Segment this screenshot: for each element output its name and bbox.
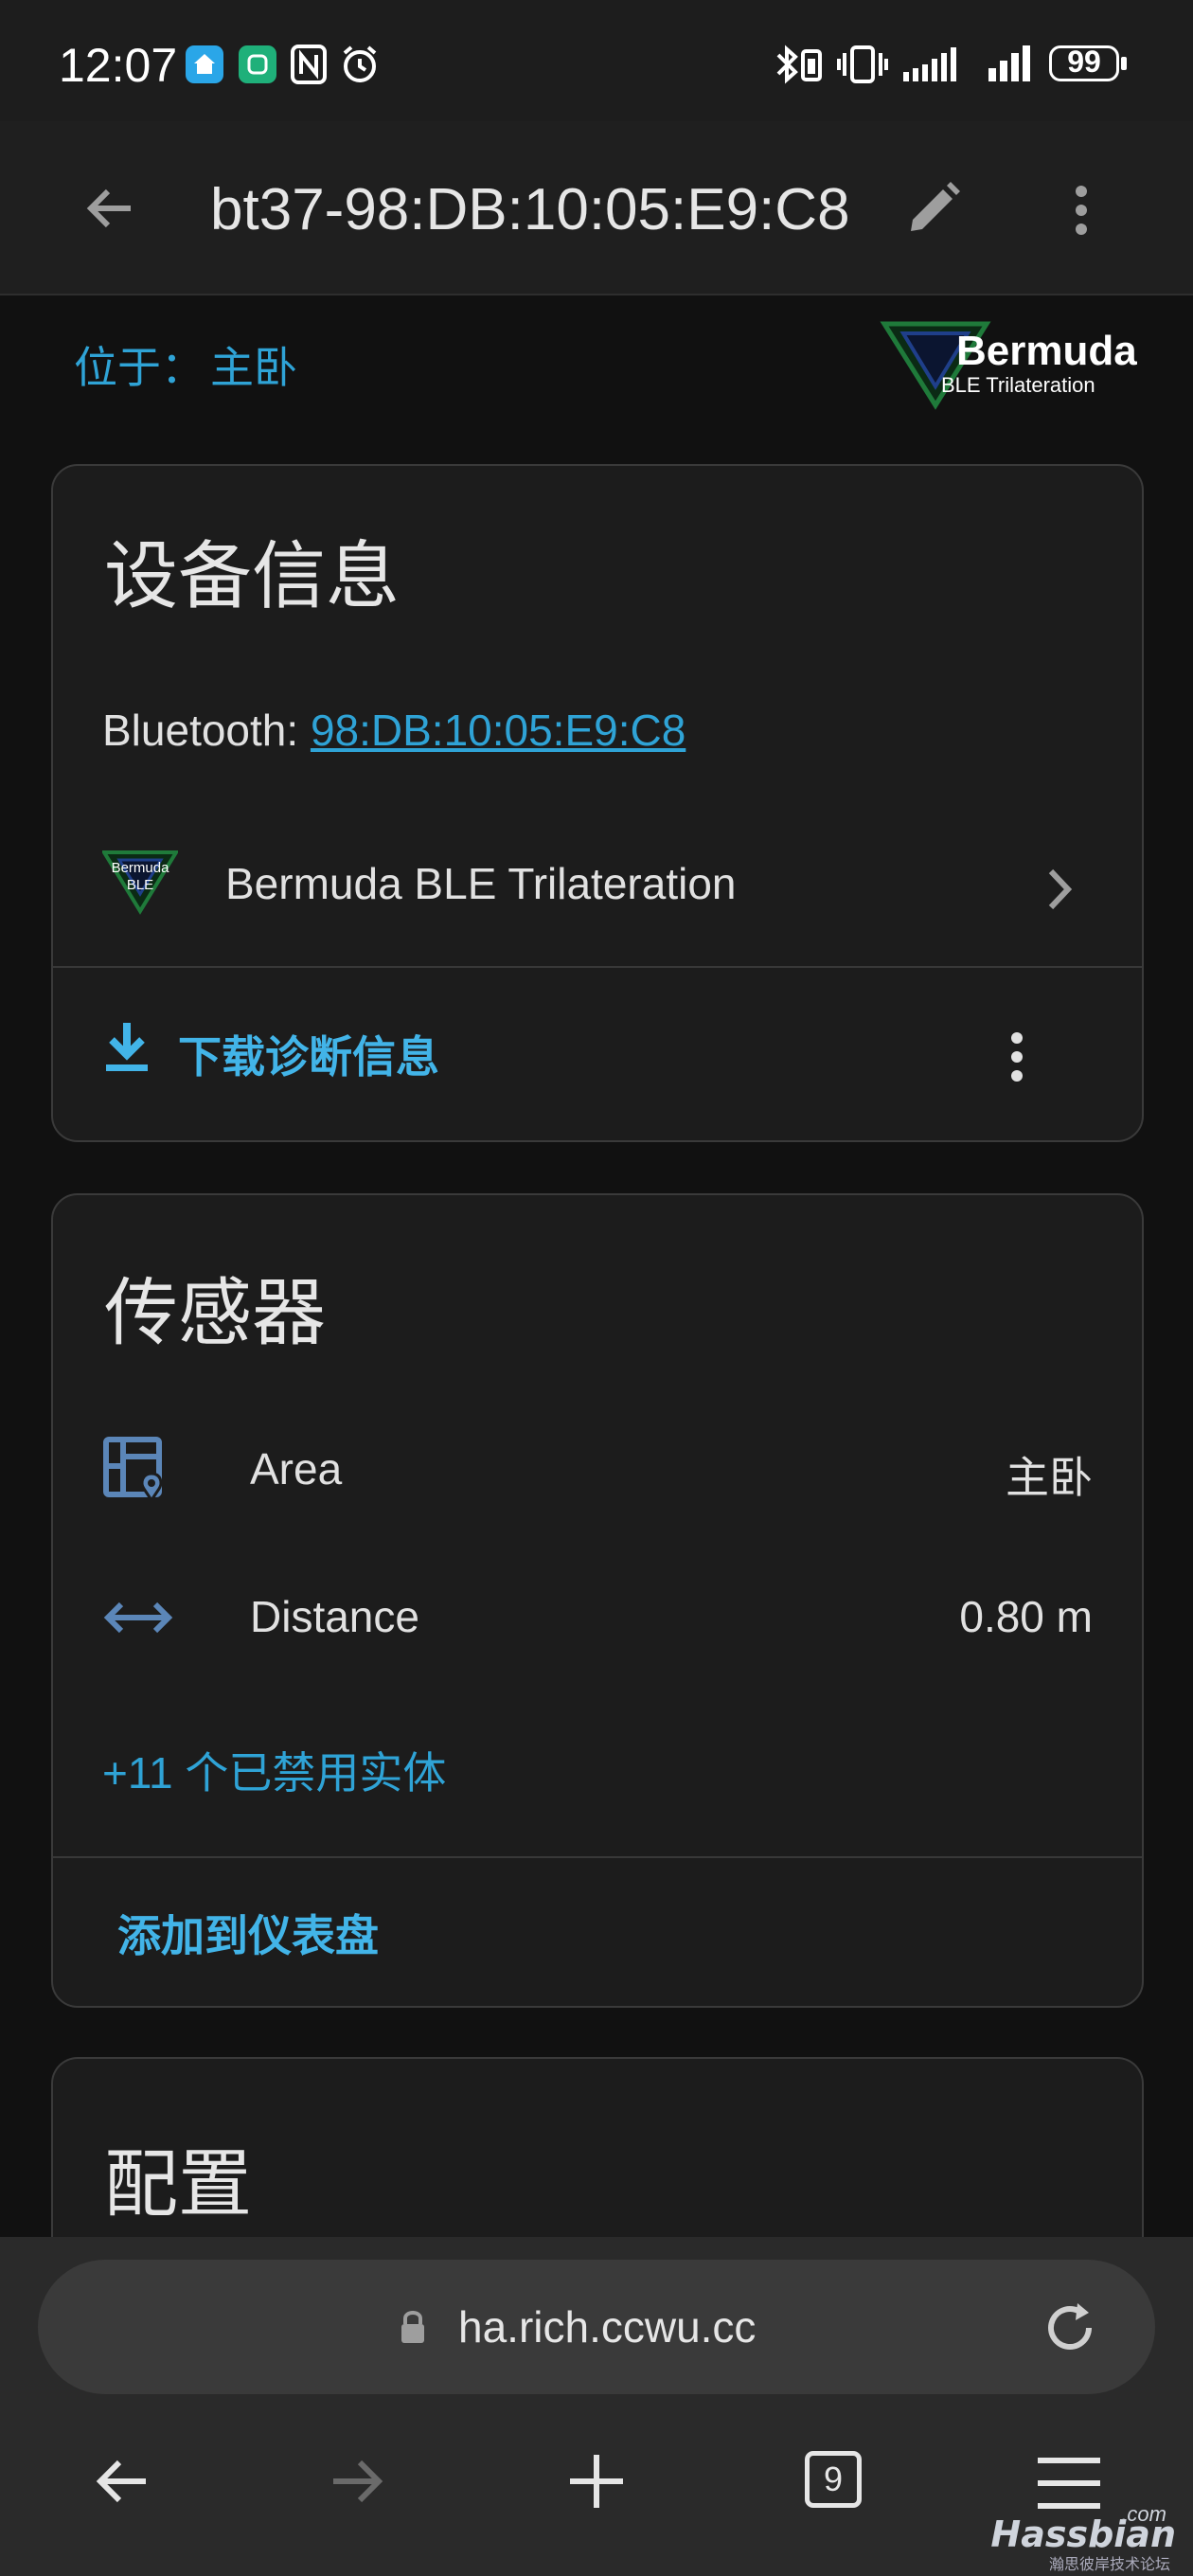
- status-bar: 12:07 99: [0, 0, 1193, 121]
- battery-level: 99: [1067, 45, 1101, 79]
- location-breadcrumb: 位于： 主卧: [74, 333, 297, 396]
- hamburger-menu-icon: [1038, 2458, 1100, 2509]
- mi-home-app-icon: [239, 45, 276, 83]
- card-divider: [53, 1856, 1142, 1858]
- more-vertical-icon: [1011, 1032, 1023, 1082]
- card-divider: [53, 966, 1142, 968]
- location-label: 位于：: [74, 343, 205, 392]
- integration-name: Bermuda BLE Trilateration: [225, 859, 737, 908]
- disabled-entities-link[interactable]: +11 个已禁用实体: [102, 1739, 446, 1801]
- nfc-icon: [290, 44, 328, 90]
- pencil-icon: [911, 182, 960, 231]
- integration-row[interactable]: Bermuda BLE Bermuda BLE Trilateration: [53, 824, 1142, 957]
- logo-subtitle: BLE Trilateration: [941, 373, 1095, 397]
- bermuda-logo: Bermuda BLE Trilateration: [879, 316, 1153, 411]
- home-assistant-app-icon: [186, 45, 223, 83]
- integration-logo: Bermuda BLE: [102, 849, 178, 915]
- back-button[interactable]: [81, 180, 138, 242]
- watermark-brand: Hassbian: [990, 2513, 1176, 2555]
- sensor-label: Distance: [250, 1592, 419, 1641]
- sensor-row-area[interactable]: Area 主卧: [53, 1413, 1142, 1527]
- overflow-menu-button[interactable]: [1070, 182, 1093, 243]
- browser-menu-button[interactable]: [1036, 2455, 1102, 2516]
- app-header: bt37-98:DB:10:05:E9:C8: [0, 121, 1193, 295]
- bluetooth-line: Bluetooth: 98:DB:10:05:E9:C8: [102, 705, 686, 756]
- arrow-left-icon: [96, 2460, 146, 2503]
- reload-icon[interactable]: [1040, 2298, 1100, 2358]
- floor-plan-marker-icon: [103, 1437, 163, 1503]
- add-to-dashboard-button[interactable]: 添加到仪表盘: [117, 1902, 379, 1964]
- download-icon: [106, 1023, 148, 1071]
- arrow-left-right-icon: [103, 1601, 173, 1634]
- sensor-row-distance[interactable]: Distance 0.80 m: [53, 1561, 1142, 1674]
- tab-count: 9: [823, 2460, 844, 2498]
- arrow-left-icon: [86, 188, 131, 228]
- lock-icon: [401, 2311, 424, 2343]
- battery-icon: 99: [1049, 44, 1129, 85]
- sensor-value: 主卧: [1006, 1453, 1093, 1502]
- logo-name: Bermuda: [956, 328, 1137, 374]
- bluetooth-label: Bluetooth:: [102, 706, 311, 755]
- new-tab-button[interactable]: [566, 2451, 627, 2516]
- chevron-right-icon: [1048, 868, 1073, 910]
- signal-icon-sim2: [987, 44, 1040, 85]
- browser-toolbar: ha.rich.ccwu.cc 9 .com Hassbian 瀚思彼岸技术论坛: [0, 2237, 1193, 2576]
- status-time: 12:07: [59, 39, 178, 92]
- alarm-icon: [339, 44, 381, 90]
- bluetooth-icon: [771, 44, 828, 85]
- location-area-link[interactable]: 主卧: [210, 343, 297, 392]
- diagnostics-overflow-button[interactable]: [1006, 1029, 1028, 1090]
- arrow-right-icon: [333, 2460, 383, 2503]
- device-info-title: 设备信息: [104, 534, 401, 617]
- device-info-card: 设备信息 Bluetooth: 98:DB:10:05:E9:C8 Bermud…: [51, 464, 1144, 1142]
- edit-button[interactable]: [903, 178, 964, 243]
- integration-logo-text: Bermuda BLE: [111, 860, 169, 893]
- tab-switcher-button[interactable]: 9: [805, 2451, 862, 2508]
- browser-back-button[interactable]: [91, 2451, 151, 2516]
- config-title: 配置: [104, 2142, 253, 2226]
- plus-icon: [570, 2455, 623, 2508]
- more-vertical-icon: [1076, 186, 1087, 235]
- sensor-card: 传感器 Area 主卧 Distance 0.80 m +11 个已禁用实体 添…: [51, 1193, 1144, 2008]
- sensor-title: 传感器: [104, 1271, 327, 1354]
- sensor-value: 0.80 m: [959, 1592, 1093, 1641]
- browser-forward-button[interactable]: [328, 2451, 388, 2516]
- page-title: bt37-98:DB:10:05:E9:C8: [210, 177, 850, 242]
- url-text: ha.rich.ccwu.cc: [458, 2302, 757, 2352]
- signal-icon-sim1: [899, 44, 968, 85]
- bluetooth-mac-link[interactable]: 98:DB:10:05:E9:C8: [311, 706, 686, 755]
- vibrate-icon: [837, 44, 888, 85]
- sensor-label: Area: [250, 1444, 343, 1494]
- watermark-subtitle: 瀚思彼岸技术论坛: [1048, 2557, 1170, 2573]
- address-bar[interactable]: ha.rich.ccwu.cc: [38, 2260, 1155, 2394]
- download-diagnostics-label: 下载诊断信息: [178, 1032, 439, 1082]
